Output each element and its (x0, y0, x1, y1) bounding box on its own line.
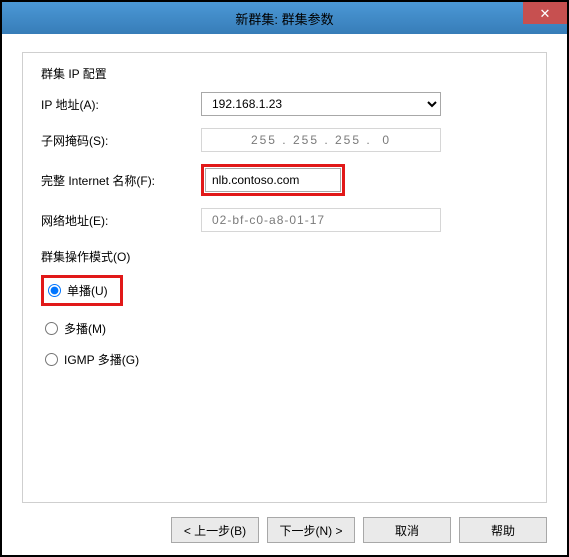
subnet-row: 子网掩码(S): (41, 128, 528, 152)
ip-address-select[interactable]: 192.168.1.23 (201, 92, 441, 116)
mode-multicast-label: 多播(M) (64, 320, 106, 337)
mode-unicast-label: 单播(U) (67, 282, 108, 299)
back-button[interactable]: < 上一步(B) (171, 517, 259, 543)
subnet-field (201, 128, 441, 152)
subnet-label: 子网掩码(S): (41, 132, 201, 149)
fqdn-label: 完整 Internet 名称(F): (41, 172, 201, 189)
inner-panel: 群集 IP 配置 IP 地址(A): 192.168.1.23 子网掩码(S):… (22, 52, 547, 503)
ip-address-label: IP 地址(A): (41, 96, 201, 113)
fqdn-highlight (201, 164, 345, 196)
mac-label: 网络地址(E): (41, 212, 201, 229)
mode-unicast-row[interactable]: 单播(U) (41, 275, 123, 306)
ip-address-row: IP 地址(A): 192.168.1.23 (41, 92, 528, 116)
fqdn-input[interactable] (205, 168, 341, 192)
mode-multicast-radio[interactable] (45, 322, 58, 335)
mode-igmp-row[interactable]: IGMP 多播(G) (45, 351, 528, 368)
close-icon: ✕ (540, 7, 551, 20)
mode-igmp-radio[interactable] (45, 353, 58, 366)
cluster-mode-label: 群集操作模式(O) (41, 248, 528, 265)
cluster-mode-group: 群集操作模式(O) 单播(U) 多播(M) IGMP 多播(G) (41, 248, 528, 368)
titlebar: 新群集: 群集参数 ✕ (2, 2, 567, 34)
mode-multicast-row[interactable]: 多播(M) (45, 320, 528, 337)
button-row: < 上一步(B) 下一步(N) > 取消 帮助 (22, 503, 547, 543)
mode-igmp-label: IGMP 多播(G) (64, 351, 139, 368)
window-title: 新群集: 群集参数 (235, 9, 333, 28)
mode-unicast-radio[interactable] (48, 284, 61, 297)
mac-field (201, 208, 441, 232)
close-button[interactable]: ✕ (523, 2, 567, 24)
help-button[interactable]: 帮助 (459, 517, 547, 543)
ip-config-group-label: 群集 IP 配置 (41, 65, 528, 82)
cancel-button[interactable]: 取消 (363, 517, 451, 543)
next-button[interactable]: 下一步(N) > (267, 517, 355, 543)
fqdn-row: 完整 Internet 名称(F): (41, 164, 528, 196)
dialog-body: 群集 IP 配置 IP 地址(A): 192.168.1.23 子网掩码(S):… (2, 34, 567, 555)
mac-row: 网络地址(E): (41, 208, 528, 232)
